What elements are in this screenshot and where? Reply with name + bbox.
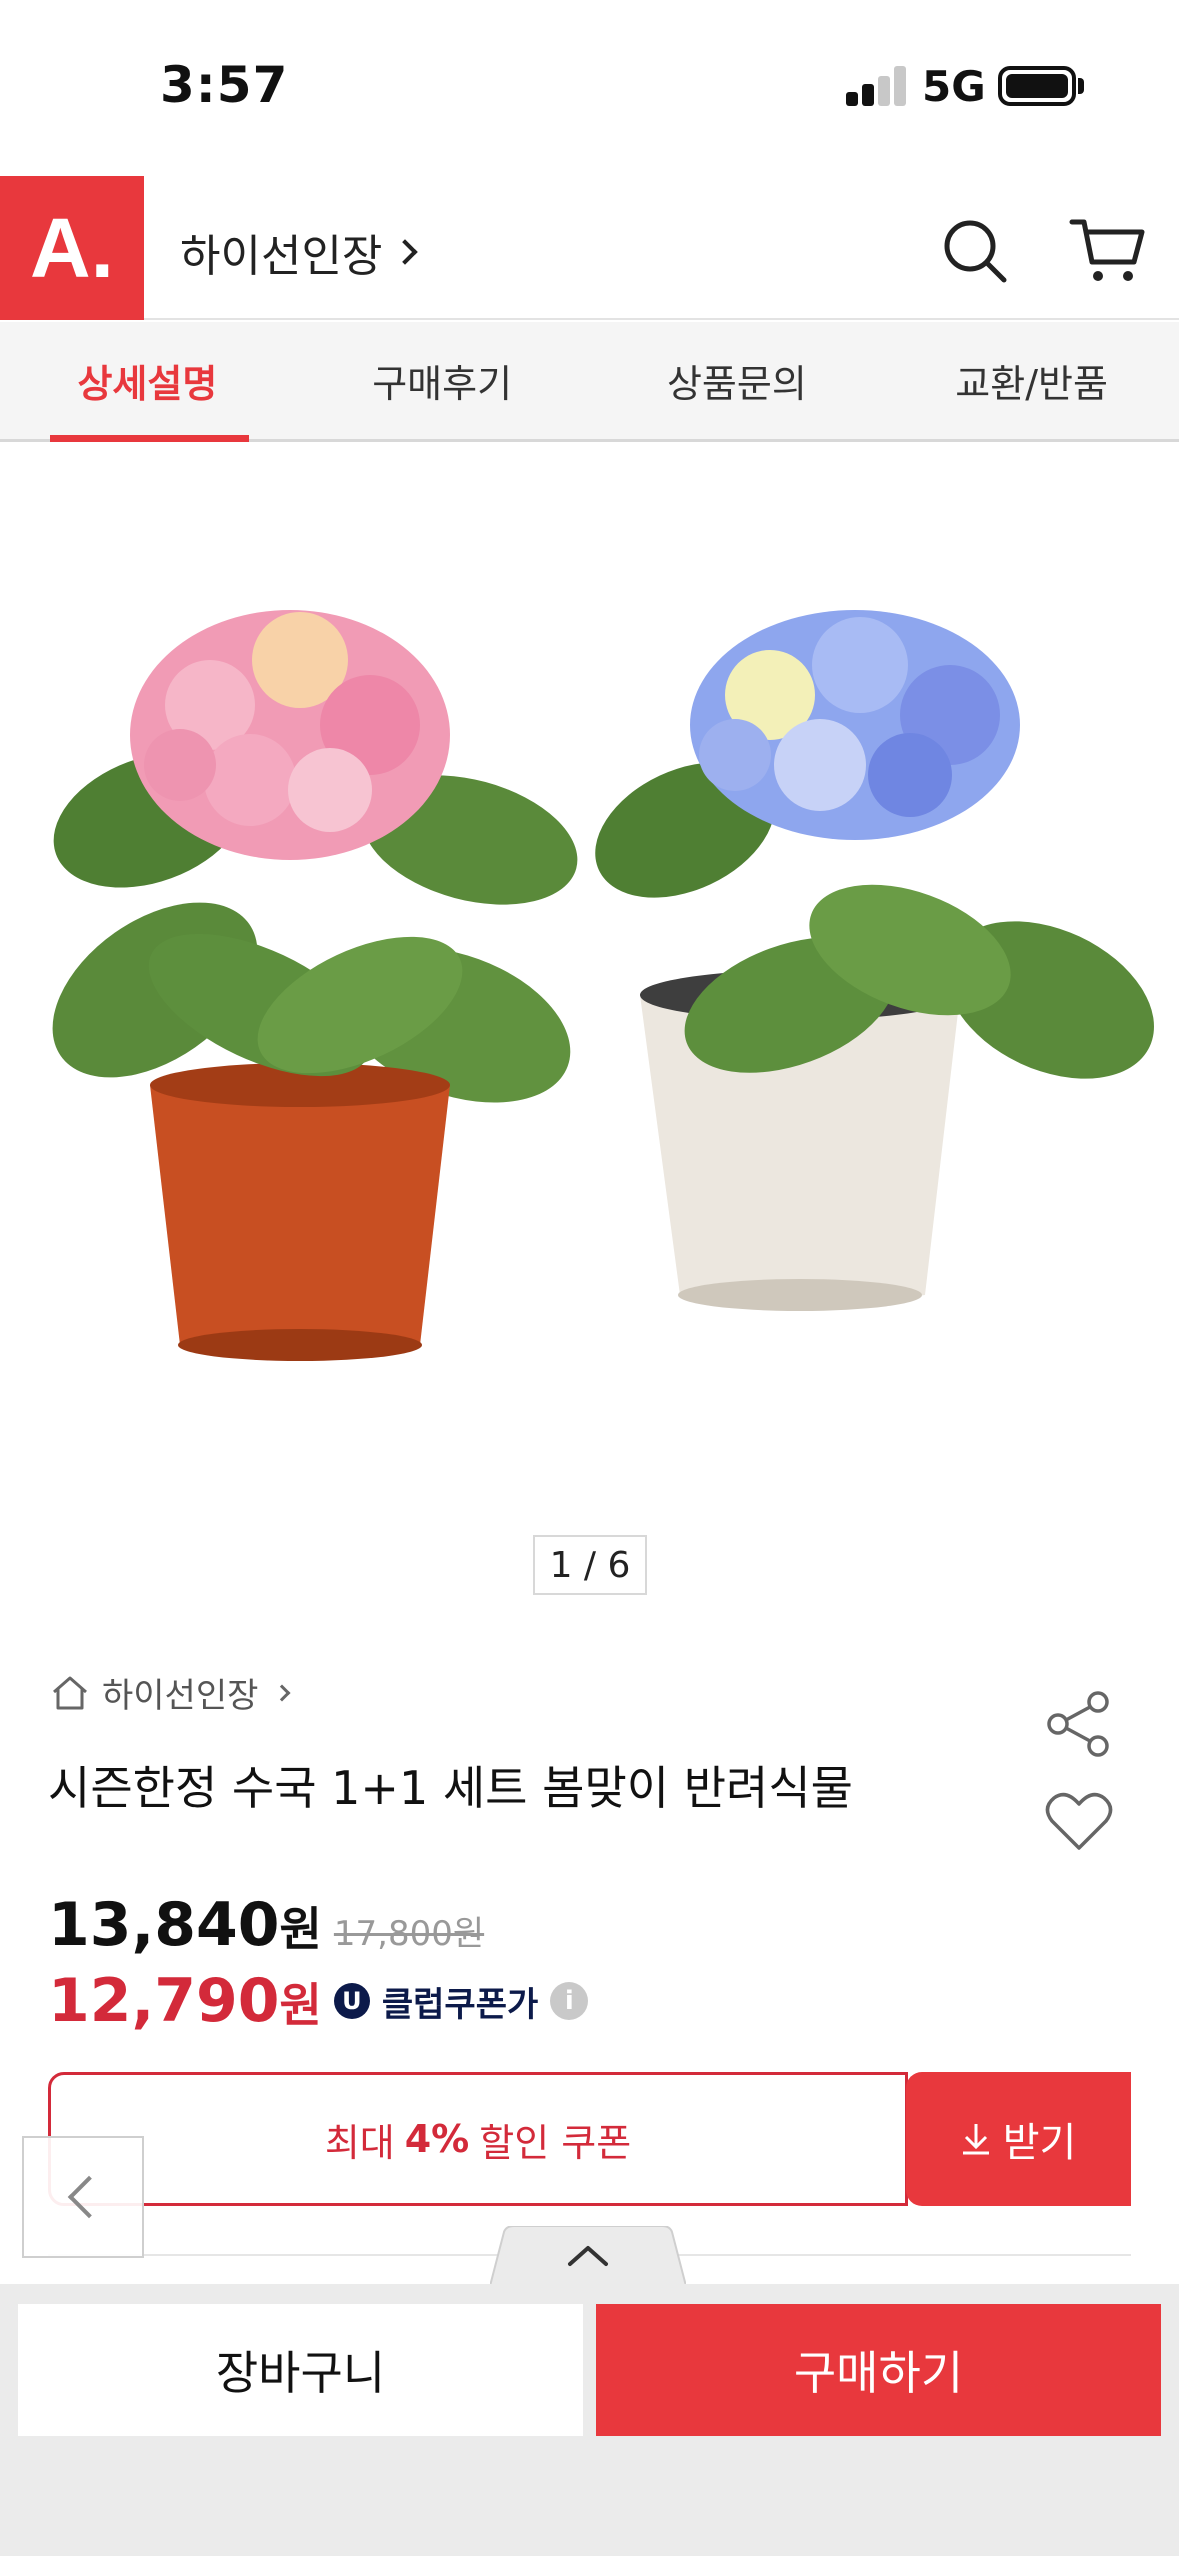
- coupon-suffix: 할인 쿠폰: [479, 2120, 632, 2165]
- coupon-price: 12,790원: [48, 1966, 322, 2036]
- info-icon[interactable]: i: [550, 1982, 589, 2020]
- home-icon: [53, 1676, 87, 1709]
- store-link-small[interactable]: 하이선인장: [50, 1668, 291, 1717]
- back-button[interactable]: [22, 2136, 144, 2258]
- chevron-right-icon: [392, 239, 419, 265]
- price-row: 13,840원 17,800원: [48, 1890, 484, 1960]
- sale-price: 13,840원: [48, 1890, 322, 1960]
- max-discount-coupon[interactable]: 최대 4% 할인 쿠폰: [48, 2072, 908, 2206]
- pink-hydrangea-plant: [52, 610, 578, 1361]
- expand-handle[interactable]: [490, 2226, 686, 2286]
- product-image[interactable]: [0, 445, 1179, 1545]
- store-link[interactable]: 하이선인장: [180, 220, 419, 284]
- status-time: 3:57: [160, 56, 289, 114]
- coupon-percent: 4%: [404, 2117, 470, 2161]
- buy-now-button[interactable]: 구매하기: [596, 2304, 1161, 2436]
- tab-reviews[interactable]: 구매후기: [295, 322, 590, 439]
- club-coupon-label: 클럽쿠폰가: [381, 1984, 539, 2025]
- battery-icon: [998, 66, 1076, 106]
- chevron-left-icon: [67, 2175, 111, 2219]
- brand-logo[interactable]: A.: [0, 176, 144, 320]
- product-title: 시즌한정 수국 1+1 세트 봄맞이 반려식물: [48, 1761, 853, 1815]
- gallery-pager: 1 / 6: [533, 1535, 647, 1595]
- signal-icon: [846, 66, 906, 106]
- tab-description[interactable]: 상세설명: [0, 322, 295, 442]
- network-label: 5G: [922, 62, 986, 111]
- search-icon[interactable]: [940, 216, 1010, 286]
- share-icon[interactable]: [1044, 1690, 1114, 1758]
- bottom-action-bar: 장바구니 구매하기: [0, 2284, 1179, 2556]
- store-name-small: 하이선인장: [102, 1676, 259, 1716]
- store-name: 하이선인장: [180, 231, 383, 282]
- receive-coupon-button[interactable]: 받기: [906, 2072, 1131, 2206]
- tab-inquiry[interactable]: 상품문의: [590, 322, 885, 439]
- add-to-cart-button[interactable]: 장바구니: [18, 2304, 583, 2436]
- detail-tabs: 상세설명 구매후기 상품문의 교환/반품: [0, 322, 1179, 442]
- blue-hydrangea-plant: [595, 610, 1154, 1311]
- tab-returns[interactable]: 교환/반품: [884, 322, 1179, 439]
- cart-icon[interactable]: [1068, 212, 1148, 286]
- club-badge-icon: U: [333, 1983, 370, 2019]
- heart-icon[interactable]: [1044, 1790, 1114, 1854]
- receive-label: 받기: [1002, 2120, 1077, 2166]
- battery-tip: [1078, 78, 1084, 94]
- status-bar: 3:57 5G: [0, 0, 1179, 176]
- original-price: 17,800원: [333, 1914, 485, 1954]
- chevron-right-icon: [273, 1684, 291, 1701]
- coupon-prefix: 최대: [324, 2120, 395, 2165]
- app-header: A. 하이선인장: [0, 176, 1179, 320]
- coupon-price-row: 12,790원 U 클럽쿠폰가 i: [48, 1966, 589, 2036]
- download-icon: [962, 2124, 989, 2155]
